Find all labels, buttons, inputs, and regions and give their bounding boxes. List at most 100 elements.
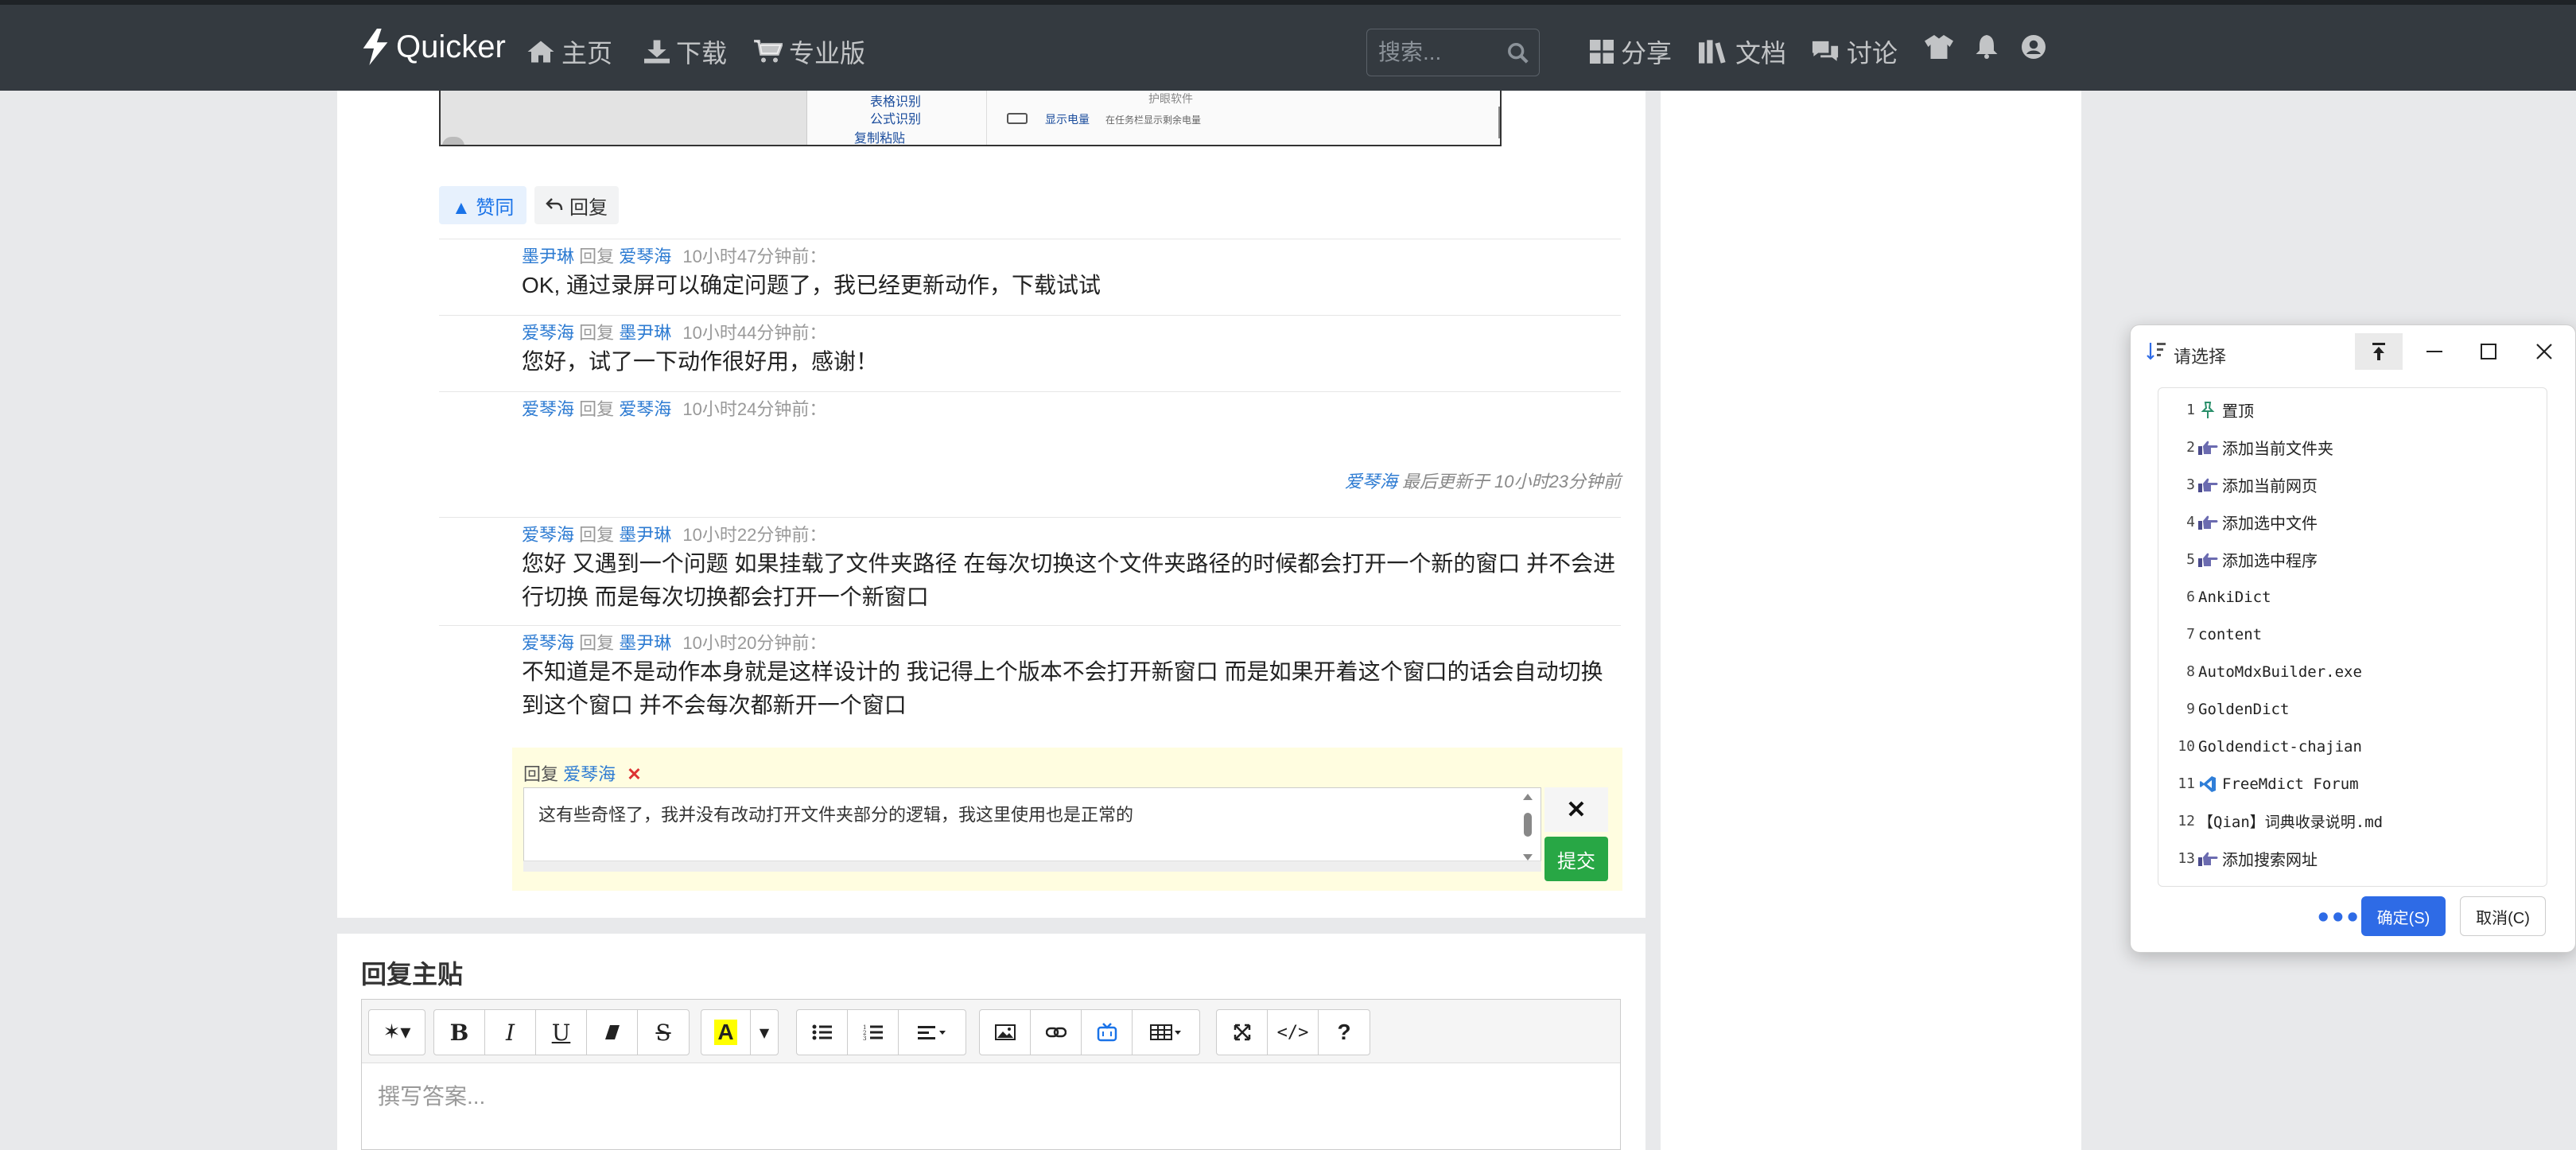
option-item[interactable]: 12 【Qian】词典收录说明.md xyxy=(2158,802,2547,840)
user-button[interactable] xyxy=(2022,35,2046,64)
nav-download[interactable]: 下载 xyxy=(644,33,727,70)
comment-target[interactable]: 墨尹琳 xyxy=(619,525,671,545)
more-options-button[interactable]: ••• xyxy=(2315,903,2360,933)
reply-button[interactable]: 回复 xyxy=(534,186,619,224)
svg-text:3: 3 xyxy=(863,1035,866,1041)
close-dialog-button[interactable] xyxy=(2520,333,2568,370)
fullscreen-button[interactable] xyxy=(1217,1010,1268,1055)
nav-pro[interactable]: 专业版 xyxy=(754,33,865,70)
option-item[interactable]: 8 AutoMdxBuilder.exe xyxy=(2158,653,2547,690)
pin-top-button[interactable] xyxy=(2355,333,2403,370)
strikethrough-icon: S xyxy=(655,1019,671,1046)
strikethrough-button[interactable]: S xyxy=(638,1010,689,1055)
textarea-resize-handle[interactable] xyxy=(523,861,1541,872)
notifications-button[interactable] xyxy=(1976,35,1998,64)
screenshot-text: 护眼软件 xyxy=(1148,93,1193,106)
comment-author[interactable]: 爱琴海 xyxy=(522,323,574,343)
reply-textarea[interactable]: 这有些奇怪了，我并没有改动打开文件夹部分的逻辑，我这里使用也是正常的 xyxy=(523,787,1541,867)
code-view-button[interactable]: </> xyxy=(1268,1010,1319,1055)
clear-format-button[interactable] xyxy=(587,1010,638,1055)
numbered-list-button[interactable]: 123 xyxy=(848,1010,899,1055)
reply-word: 回复 xyxy=(579,247,615,266)
option-item[interactable]: 1 置顶 xyxy=(2158,391,2547,429)
comment-target[interactable]: 爱琴海 xyxy=(619,399,671,419)
close-icon xyxy=(2536,344,2552,359)
tree-item: 复制粘贴 xyxy=(854,130,906,146)
cancel-reply-button[interactable]: ✕ xyxy=(1544,787,1608,832)
insert-link-button[interactable] xyxy=(1031,1010,1082,1055)
comment-divider xyxy=(439,391,1621,392)
nav-docs[interactable]: 文档 xyxy=(1699,33,1786,70)
option-list: 1 置顶 2 添加当前文件夹 3 添加当前网页 4 添加选中文件 5 添加选中程序 6 An… xyxy=(2158,387,2547,887)
nav-discuss[interactable]: 讨论 xyxy=(1810,33,1898,70)
comment-target[interactable]: 爱琴海 xyxy=(619,247,671,266)
insert-video-button[interactable] xyxy=(1082,1010,1133,1055)
download-icon xyxy=(644,40,670,64)
nav-share[interactable]: 分享 xyxy=(1589,33,1672,70)
option-label: content xyxy=(2198,625,2263,643)
sort-icon xyxy=(2147,343,2166,360)
magic-wand-icon: ✶▾ xyxy=(383,1020,411,1044)
option-item[interactable]: 5 添加选中程序 xyxy=(2158,541,2547,578)
search-icon[interactable] xyxy=(1507,42,1529,64)
option-item[interactable]: 4 添加选中文件 xyxy=(2158,503,2547,541)
comment-meta: 爱琴海 回复 墨尹琳 10小时22分钟前： xyxy=(522,521,826,546)
tree-item: 表格识别 xyxy=(870,94,922,109)
option-item[interactable]: 9 GoldenDict xyxy=(2158,690,2547,728)
option-item[interactable]: 7 content xyxy=(2158,616,2547,653)
option-item[interactable]: 6 AnkiDict xyxy=(2158,578,2547,616)
align-dropdown[interactable] xyxy=(899,1010,966,1055)
option-item[interactable]: 3 添加当前网页 xyxy=(2158,466,2547,503)
last-edit-user[interactable]: 爱琴海 xyxy=(1345,472,1397,491)
table-dropdown[interactable] xyxy=(1133,1010,1199,1055)
clear-reply-target-icon[interactable]: ✕ xyxy=(627,764,641,784)
help-button[interactable]: ? xyxy=(1319,1010,1370,1055)
confirm-button[interactable]: 确定(S) xyxy=(2361,896,2446,936)
bullet-list-button[interactable] xyxy=(797,1010,848,1055)
option-item[interactable]: 10 Goldendict-chajian xyxy=(2158,728,2547,765)
comment-author[interactable]: 爱琴海 xyxy=(522,399,574,419)
text-color-dropdown[interactable]: ▼ xyxy=(751,1010,778,1055)
cancel-button[interactable]: 取消(C) xyxy=(2460,896,2546,936)
upvote-button[interactable]: ▲ 赞同 xyxy=(439,186,527,224)
dialog-title: 请选择 xyxy=(2174,347,2227,367)
option-item[interactable]: 2 添加当前文件夹 xyxy=(2158,429,2547,466)
reply-target[interactable]: 爱琴海 xyxy=(563,764,616,784)
comment-author[interactable]: 爱琴海 xyxy=(522,633,574,653)
magic-wand-button[interactable]: ✶▾ xyxy=(369,1010,425,1055)
user-circle-icon xyxy=(2022,35,2046,59)
shirt-button[interactable] xyxy=(1925,35,1953,64)
search-input[interactable] xyxy=(1378,39,1498,66)
reply-button-label: 回复 xyxy=(569,196,608,219)
comment-time: 10小时20分钟前： xyxy=(682,633,827,653)
reply-to-label: 回复 爱琴海 ✕ xyxy=(523,760,642,786)
text-color-button[interactable]: A xyxy=(701,1010,751,1055)
comment-target[interactable]: 墨尹琳 xyxy=(619,633,671,653)
insert-image-button[interactable] xyxy=(980,1010,1031,1055)
option-item[interactable]: 13 添加搜索网址 xyxy=(2158,840,2547,877)
brand-logo[interactable]: Quicker xyxy=(361,29,506,65)
italic-button[interactable]: I xyxy=(485,1010,536,1055)
underline-button[interactable]: U xyxy=(536,1010,587,1055)
submit-reply-button[interactable]: 提交 xyxy=(1544,837,1608,881)
textarea-scrollbar[interactable] xyxy=(1516,789,1540,865)
option-label: 添加搜索网址 xyxy=(2222,852,2318,869)
last-edit-text: 最后更新于 10小时23分钟前 xyxy=(1397,472,1621,491)
option-item[interactable]: 11 FreeMdict Forum xyxy=(2158,765,2547,802)
comment-body: 您好 又遇到一个问题 如果挂载了文件夹路径 在每次切换这个文件夹路径的时候都会打… xyxy=(522,551,1616,609)
nav-home[interactable]: 主页 xyxy=(526,33,612,70)
minimize-icon xyxy=(2426,351,2442,352)
comment-author[interactable]: 墨尹琳 xyxy=(522,247,574,266)
comment-body: 不知道是不是动作本身就是这样设计的 我记得上个版本不会打开新窗口 而是如果开着这… xyxy=(522,659,1603,717)
minimize-button[interactable] xyxy=(2411,333,2458,370)
option-label: Goldendict-chajian xyxy=(2198,737,2362,756)
bold-button[interactable]: B xyxy=(434,1010,485,1055)
pointing-hand-icon xyxy=(2195,851,2220,867)
last-edit-note: 爱琴海 最后更新于 10小时23分钟前 xyxy=(1345,468,1621,493)
comment-target[interactable]: 墨尹琳 xyxy=(619,323,671,343)
maximize-icon xyxy=(2481,344,2496,359)
comment-author[interactable]: 爱琴海 xyxy=(522,525,574,545)
comment-meta: 墨尹琳 回复 爱琴海 10小时47分钟前： xyxy=(522,243,826,268)
nav-pro-label: 专业版 xyxy=(789,39,866,68)
maximize-button[interactable] xyxy=(2465,333,2512,370)
